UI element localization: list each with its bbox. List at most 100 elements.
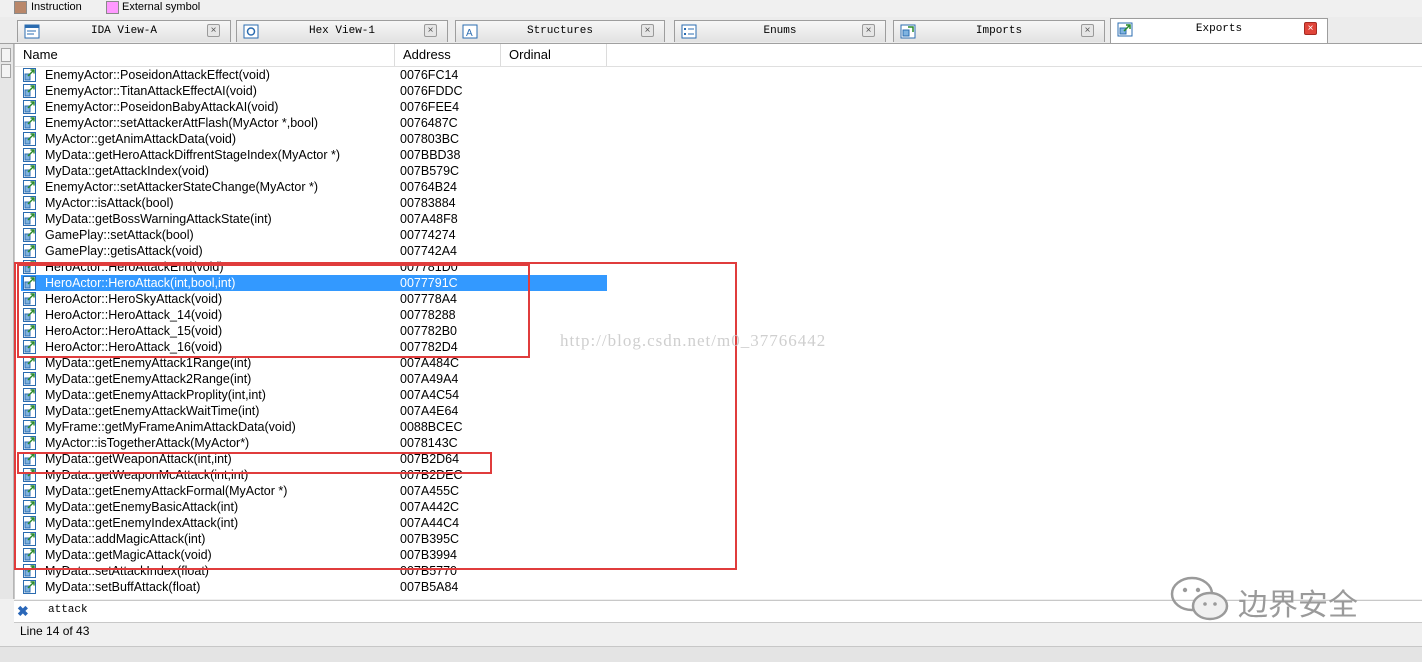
- export-name: EnemyActor::PoseidonBabyAttackAI(void): [45, 100, 279, 114]
- export-entry-icon: [23, 404, 36, 418]
- scroll-handle[interactable]: [1, 64, 11, 78]
- export-entry-icon: [23, 100, 36, 114]
- export-name: MyActor::isTogetherAttack(MyActor*): [45, 436, 250, 450]
- table-row[interactable]: MyData::addMagicAttack(int) 007B395C: [15, 531, 1422, 547]
- table-row[interactable]: MyData::getEnemyAttackProplity(int,int) 0…: [15, 387, 1422, 403]
- color-legend: Instruction External symbol: [0, 0, 1422, 16]
- export-address: 007A484C: [400, 356, 460, 370]
- tab-label: Structures: [526, 25, 593, 37]
- export-address: 007B2DEC: [400, 468, 463, 482]
- export-address: 007A49A4: [400, 372, 459, 386]
- export-name: MyData::getHeroAttackDiffrentStageIndex(…: [45, 148, 341, 162]
- export-entry-icon: [23, 84, 36, 98]
- legend-label-external-symbol: External symbol: [122, 1, 201, 13]
- export-address: 007742A4: [400, 244, 458, 258]
- column-header-ordinal[interactable]: Ordinal: [501, 44, 607, 66]
- export-name: HeroActor::HeroAttack_15(void): [45, 324, 223, 338]
- table-row[interactable]: EnemyActor::setAttackerAttFlash(MyActor …: [15, 115, 1422, 131]
- tab-imports[interactable]: Imports ×: [893, 20, 1105, 42]
- export-name: EnemyActor::TitanAttackEffectAI(void): [45, 84, 257, 98]
- table-row[interactable]: HeroActor::HeroSkyAttack(void) 007778A4: [15, 291, 1422, 307]
- close-icon[interactable]: ×: [1081, 24, 1094, 37]
- export-address: 0076487C: [400, 116, 458, 130]
- export-name: HeroActor::HeroSkyAttack(void): [45, 292, 223, 306]
- close-icon[interactable]: ×: [641, 24, 654, 37]
- export-entry-icon: [23, 68, 36, 82]
- export-address: 007A44C4: [400, 516, 460, 530]
- close-icon[interactable]: ×: [207, 24, 220, 37]
- export-name: MyData::getMagicAttack(void): [45, 548, 212, 562]
- table-row[interactable]: MyData::getAttackIndex(void) 007B579C: [15, 163, 1422, 179]
- table-row[interactable]: MyData::getEnemyAttack2Range(int) 007A49A…: [15, 371, 1422, 387]
- column-header-address[interactable]: Address: [395, 44, 501, 66]
- table-row[interactable]: MyData::getHeroAttackDiffrentStageIndex(…: [15, 147, 1422, 163]
- legend-swatch-external-symbol: [106, 1, 119, 14]
- svg-text:A: A: [466, 28, 473, 39]
- export-name: MyData::getEnemyIndexAttack(int): [45, 516, 239, 530]
- export-entry-icon: [23, 356, 36, 370]
- close-icon[interactable]: ×: [424, 24, 437, 37]
- export-entry-icon: [23, 580, 36, 594]
- table-row[interactable]: MyFrame::getMyFrameAnimAttackData(void) 0…: [15, 419, 1422, 435]
- table-row[interactable]: MyData::getWeaponAttack(int,int) 007B2D64: [15, 451, 1422, 467]
- table-row[interactable]: MyData::getEnemyBasicAttack(int) 007A442C: [15, 499, 1422, 515]
- table-row[interactable]: HeroActor::HeroAttack(int,bool,int) 00777…: [15, 275, 1422, 291]
- export-name: HeroActor::HeroAttack_16(void): [45, 340, 223, 354]
- export-entry-icon: [23, 228, 36, 242]
- table-row[interactable]: MyData::getEnemyAttackFormal(MyActor *) 0…: [15, 483, 1422, 499]
- export-entry-icon: [23, 468, 36, 482]
- tab-exports[interactable]: Exports ×: [1110, 18, 1328, 43]
- list-header: Name Address Ordinal: [15, 44, 1422, 67]
- export-entry-icon: [23, 276, 36, 290]
- table-row[interactable]: MyActor::isTogetherAttack(MyActor*) 00781…: [15, 435, 1422, 451]
- export-entry-icon: [23, 500, 36, 514]
- export-address: 007B2D64: [400, 452, 460, 466]
- export-address: 00764B24: [400, 180, 458, 194]
- hex-view-icon: [243, 24, 259, 39]
- close-icon[interactable]: ×: [862, 24, 875, 37]
- export-name: MyData::getEnemyAttackProplity(int,int): [45, 388, 266, 402]
- tab-label: Imports: [975, 25, 1023, 37]
- export-entry-icon: [23, 244, 36, 258]
- table-row[interactable]: MyData::getEnemyAttackWaitTime(int) 007A4…: [15, 403, 1422, 419]
- export-address: 007B579C: [400, 164, 460, 178]
- table-row[interactable]: GamePlay::getisAttack(void) 007742A4: [15, 243, 1422, 259]
- tab-structures[interactable]: A Structures ×: [455, 20, 665, 42]
- export-address: 007B5A84: [400, 580, 459, 594]
- clear-filter-icon[interactable]: ✖: [17, 603, 29, 619]
- tab-enums[interactable]: Enums ×: [674, 20, 886, 42]
- export-name: MyData::setAttackIndex(float): [45, 564, 209, 578]
- table-row[interactable]: EnemyActor::TitanAttackEffectAI(void) 007…: [15, 83, 1422, 99]
- table-row[interactable]: EnemyActor::PoseidonAttackEffect(void) 00…: [15, 67, 1422, 83]
- table-row[interactable]: MyActor::getAnimAttackData(void) 007803BC: [15, 131, 1422, 147]
- table-row[interactable]: GamePlay::setAttack(bool) 00774274: [15, 227, 1422, 243]
- close-icon[interactable]: ×: [1304, 22, 1317, 35]
- tab-hex-view-1[interactable]: Hex View-1 ×: [236, 20, 448, 42]
- export-name: MyData::getEnemyBasicAttack(int): [45, 500, 239, 514]
- filter-text[interactable]: attack: [48, 604, 88, 616]
- export-entry-icon: [23, 548, 36, 562]
- export-entry-icon: [23, 132, 36, 146]
- brand-overlay: 边界安全: [1168, 574, 1383, 626]
- table-row[interactable]: MyActor::isAttack(bool) 00783884: [15, 195, 1422, 211]
- export-address: 007A4C54: [400, 388, 460, 402]
- table-row[interactable]: MyData::getEnemyIndexAttack(int) 007A44C4: [15, 515, 1422, 531]
- table-row[interactable]: MyData::getEnemyAttack1Range(int) 007A484…: [15, 355, 1422, 371]
- tab-ida-view-a[interactable]: IDA View-A ×: [17, 20, 231, 42]
- export-address: 00774274: [400, 228, 456, 242]
- table-row[interactable]: EnemyActor::setAttackerStateChange(MyAct…: [15, 179, 1422, 195]
- export-name: MyData::getWeaponAttack(int,int): [45, 452, 232, 466]
- table-row[interactable]: MyData::getMagicAttack(void) 007B3994: [15, 547, 1422, 563]
- scroll-up-button[interactable]: [1, 48, 11, 62]
- export-name: MyData::getBossWarningAttackState(int): [45, 212, 272, 226]
- export-name: HeroActor::HeroAttack_14(void): [45, 308, 223, 322]
- table-row[interactable]: MyData::getBossWarningAttackState(int) 00…: [15, 211, 1422, 227]
- table-row[interactable]: EnemyActor::PoseidonBabyAttackAI(void) 00…: [15, 99, 1422, 115]
- export-address: 0077791C: [395, 275, 607, 291]
- table-row[interactable]: HeroActor::HeroAttack_14(void) 00778288: [15, 307, 1422, 323]
- table-row[interactable]: HeroActor::HeroAttackEnd(void) 007781D0: [15, 259, 1422, 275]
- column-header-name[interactable]: Name: [15, 44, 395, 66]
- export-name: MyFrame::getMyFrameAnimAttackData(void): [45, 420, 296, 434]
- table-row[interactable]: MyData::getWeaponMcAttack(int,int) 007B2D…: [15, 467, 1422, 483]
- disassembly-icon: [24, 24, 40, 39]
